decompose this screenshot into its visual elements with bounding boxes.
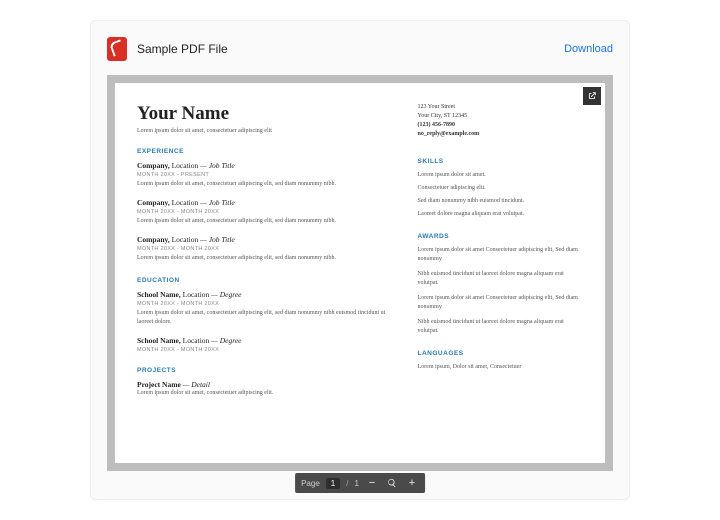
resume-right-column: 123 Your Street Your City, ST 12345 (123… <box>418 103 583 441</box>
card-header: Sample PDF File Download <box>107 37 613 61</box>
open-external-button[interactable] <box>583 87 601 105</box>
page-current-input[interactable]: 1 <box>326 478 340 489</box>
entry-heading: Company, Location — Job Title <box>137 161 394 170</box>
skill-item: Sed diam nonummy nibh euismod tincidunt. <box>418 197 583 206</box>
skill-item: Laoreet dolore magna aliquam erat volutp… <box>418 210 583 219</box>
contact-phone: (123) 456-7890 <box>418 121 583 130</box>
section-title-experience: EXPERIENCE <box>137 148 394 155</box>
entry-dates: MONTH 20XX - PRESENT <box>137 172 394 178</box>
experience-entry: Company, Location — Job Title MONTH 20XX… <box>137 235 394 263</box>
entry-heading: Project Name — Detail <box>137 380 394 389</box>
entry-dates: MONTH 20XX - MONTH 20XX <box>137 347 394 353</box>
section-title-education: EDUCATION <box>137 277 394 284</box>
pdf-page: Your Name Lorem ipsum dolor sit amet, co… <box>115 83 605 463</box>
languages-text: Lorem ipsum, Dolor sit amet, Consectetue… <box>418 363 583 372</box>
pdf-icon <box>107 37 127 61</box>
entry-body: Lorem ipsum dolor sit amet, consectetuer… <box>137 254 394 263</box>
award-item: Lorem ipsum dolor sit amet Consectetuer … <box>418 294 583 312</box>
contact-street: 123 Your Street <box>418 103 583 112</box>
skill-item: Lorem ipsum dolor sit amet. <box>418 171 583 180</box>
page-label: Page <box>301 479 320 488</box>
section-title-projects: PROJECTS <box>137 367 394 374</box>
open-external-icon <box>587 91 597 101</box>
award-item: Nibh euismod tincidunt ut laoreet dolore… <box>418 318 583 336</box>
experience-entry: Company, Location — Job Title MONTH 20XX… <box>137 161 394 189</box>
contact-city: Your City, ST 12345 <box>418 112 583 121</box>
download-link[interactable]: Download <box>564 43 613 55</box>
entry-body: Lorem ipsum dolor sit amet, consectetuer… <box>137 180 394 189</box>
contact-email: no_reply@example.com <box>418 130 583 139</box>
experience-entry: Company, Location — Job Title MONTH 20XX… <box>137 198 394 226</box>
education-entry: School Name, Location — Degree MONTH 20X… <box>137 336 394 353</box>
entry-dates: MONTH 20XX - MONTH 20XX <box>137 246 394 252</box>
skill-item: Consectetuer adipiscing elit. <box>418 184 583 193</box>
section-title-awards: AWARDS <box>418 233 583 240</box>
resume-left-column: Your Name Lorem ipsum dolor sit amet, co… <box>137 103 394 441</box>
pdf-preview-card: Sample PDF File Download Your Name Lorem… <box>90 20 630 500</box>
entry-heading: School Name, Location — Degree <box>137 290 394 299</box>
zoom-in-button[interactable]: + <box>405 476 419 490</box>
project-entry: Project Name — Detail Lorem ipsum dolor … <box>137 380 394 398</box>
entry-body: Lorem ipsum dolor sit amet, consectetuer… <box>137 309 394 327</box>
resume-tagline: Lorem ipsum dolor sit amet, consectetuer… <box>137 128 394 134</box>
page-sep: / <box>346 479 348 488</box>
resume-name: Your Name <box>137 103 394 125</box>
entry-heading: School Name, Location — Degree <box>137 336 394 345</box>
entry-heading: Company, Location — Job Title <box>137 198 394 207</box>
pdf-viewer-frame: Your Name Lorem ipsum dolor sit amet, co… <box>107 75 613 471</box>
entry-dates: MONTH 20XX - MONTH 20XX <box>137 209 394 215</box>
zoom-out-button[interactable]: − <box>365 476 379 490</box>
education-entry: School Name, Location — Degree MONTH 20X… <box>137 290 394 327</box>
pdf-toolbar: Page 1 / 1 − + <box>295 473 425 493</box>
entry-body: Lorem ipsum dolor sit amet, consectetuer… <box>137 389 394 398</box>
zoom-icon[interactable] <box>385 476 399 490</box>
section-title-skills: SKILLS <box>418 158 583 165</box>
award-item: Lorem ipsum dolor sit amet Consectetuer … <box>418 246 583 264</box>
page-total: 1 <box>354 479 358 488</box>
entry-body: Lorem ipsum dolor sit amet, consectetuer… <box>137 217 394 226</box>
section-title-languages: LANGUAGES <box>418 350 583 357</box>
award-item: Nibh euismod tincidunt ut laoreet dolore… <box>418 270 583 288</box>
entry-heading: Company, Location — Job Title <box>137 235 394 244</box>
file-title: Sample PDF File <box>137 42 554 56</box>
entry-dates: MONTH 20XX - MONTH 20XX <box>137 301 394 307</box>
